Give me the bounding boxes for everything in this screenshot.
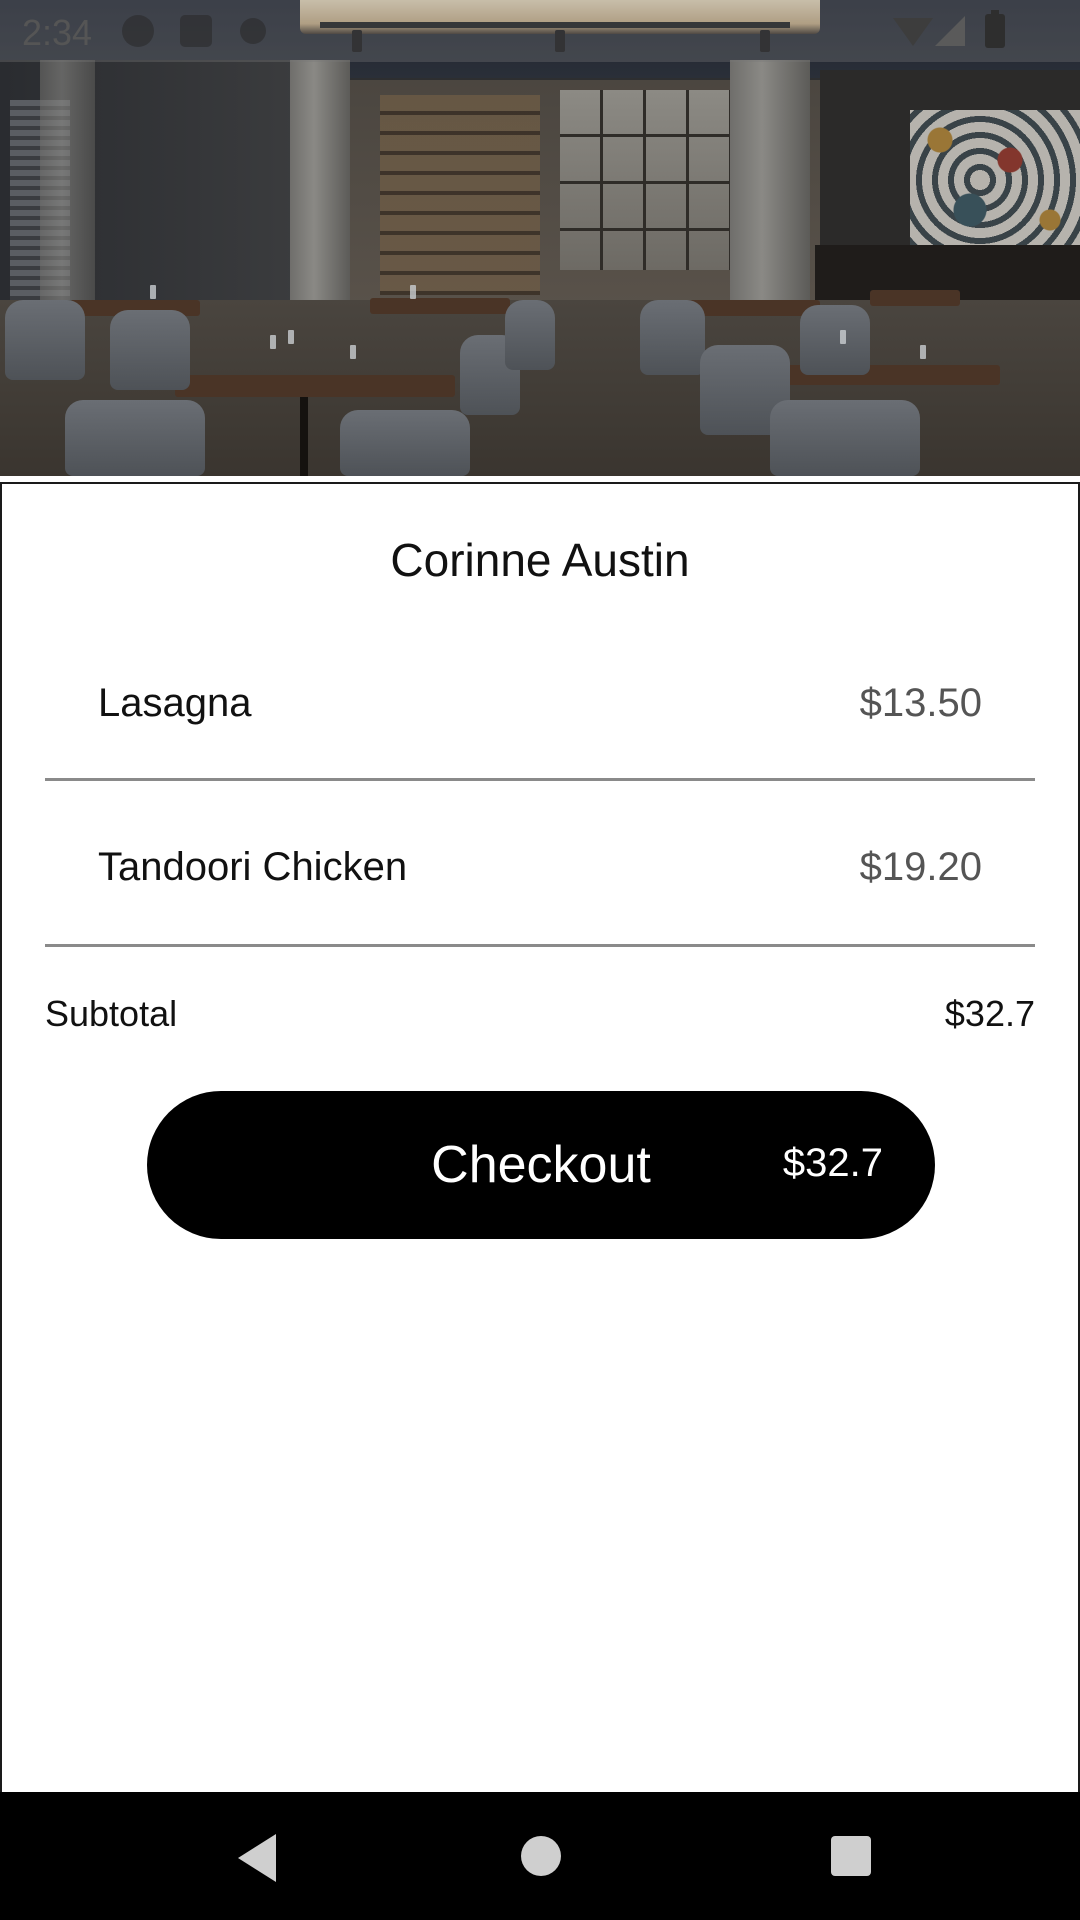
item-name: Lasagna [98, 681, 252, 725]
app-screen: 2:34 Corinne Austin Lasagna $13.50 Tando… [0, 0, 1080, 1920]
cart-item-row[interactable]: Tandoori Chicken $19.20 [0, 825, 1080, 905]
subtotal-value: $32.7 [944, 993, 1035, 1034]
system-nav-bar [0, 1792, 1080, 1920]
home-circle-icon[interactable] [521, 1836, 561, 1876]
signal-icon [935, 16, 965, 46]
item-name: Tandoori Chicken [98, 845, 408, 889]
status-time: 2:34 [22, 12, 93, 53]
restaurant-hero-image [0, 0, 1080, 476]
notification-icon [122, 15, 154, 47]
wifi-icon [893, 18, 933, 46]
customer-name-title: Corinne Austin [390, 534, 690, 586]
cart-item-row[interactable]: Lasagna $13.50 [0, 661, 1080, 741]
item-divider [45, 944, 1035, 947]
subtotal-label: Subtotal [45, 993, 178, 1034]
item-price: $19.20 [859, 845, 982, 889]
item-divider [45, 778, 1035, 781]
notification-icon [240, 18, 266, 44]
recents-square-icon[interactable] [831, 1836, 871, 1876]
checkout-button[interactable]: Checkout $32.7 [147, 1091, 935, 1239]
notification-icon [180, 15, 212, 47]
status-bar: 2:34 [0, 0, 1080, 62]
item-price: $13.50 [859, 681, 982, 725]
battery-icon [985, 10, 1005, 48]
back-triangle-icon[interactable] [238, 1834, 276, 1882]
checkout-amount: $32.7 [782, 1141, 883, 1185]
